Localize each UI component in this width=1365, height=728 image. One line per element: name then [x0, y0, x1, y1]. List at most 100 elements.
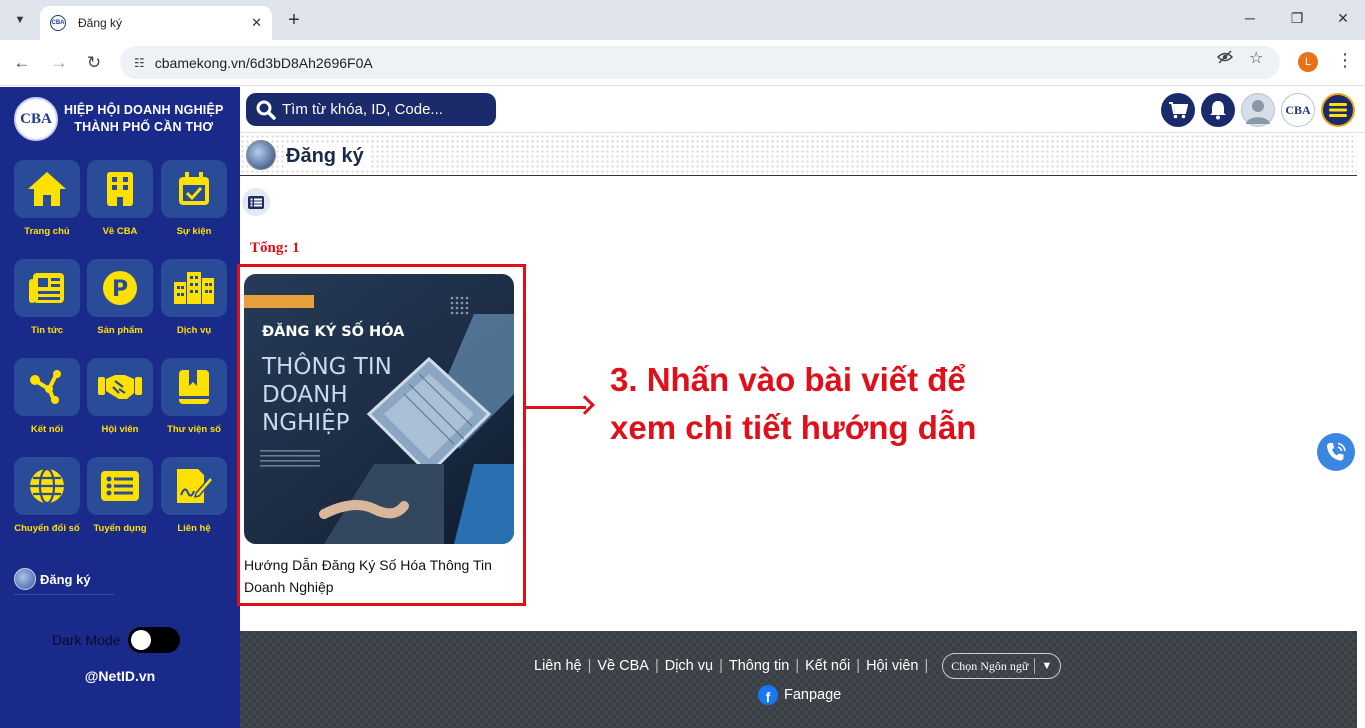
- cba-logo-button[interactable]: CBA: [1281, 93, 1315, 127]
- sidebar-item-label: Hội viên: [101, 424, 139, 435]
- tab-search-chevron-icon[interactable]: ▼: [8, 8, 32, 32]
- footer-link-ve-cba[interactable]: Về CBA: [597, 658, 649, 674]
- profile-avatar[interactable]: L: [1298, 52, 1318, 72]
- sidebar-item-label: Sự kiện: [176, 226, 212, 237]
- register-page-icon: [14, 568, 36, 590]
- total-count: Tổng: 1: [250, 240, 300, 256]
- sidebar-item-hoi-vien[interactable]: Hội viên: [87, 358, 153, 435]
- sidebar-item-label: Sản phẩm: [97, 325, 143, 336]
- footer-link-ket-noi[interactable]: Kết nối: [805, 658, 850, 674]
- search-input[interactable]: [282, 101, 492, 118]
- sidebar-item-tuyen-dung[interactable]: Tuyển dụng: [87, 457, 153, 534]
- new-tab-plus-icon[interactable]: +: [282, 8, 306, 32]
- forward-arrow-icon[interactable]: →: [48, 52, 70, 74]
- sidebar-item-trang-chu[interactable]: Trang chủ: [14, 160, 80, 237]
- sidebar-item-san-pham[interactable]: P Sản phẩm: [87, 259, 153, 336]
- sidebar-tile[interactable]: [14, 160, 80, 218]
- dark-mode-toggle[interactable]: [128, 627, 181, 653]
- notifications-button[interactable]: [1201, 93, 1235, 127]
- annotation-highlight-box: [237, 264, 526, 606]
- brand-line-1: HIỆP HỘI DOANH NGHIỆP: [64, 103, 224, 117]
- phone-volume-icon: [1327, 442, 1346, 461]
- address-bar[interactable]: ☷ cbamekong.vn/6d3bD8Ah2696F0A: [120, 46, 1280, 79]
- footer-link-thong-tin[interactable]: Thông tin: [729, 658, 789, 674]
- sidebar-item-thu-vien-so[interactable]: Thư viện số: [161, 358, 227, 435]
- bookmark-star-icon[interactable]: ☆: [1249, 48, 1263, 68]
- language-select-label: Chọn Ngôn ngữ: [951, 658, 1029, 673]
- tab-favicon: CBA: [50, 15, 66, 31]
- footer-link-hoi-vien[interactable]: Hội viên: [866, 658, 918, 674]
- sidebar-item-ket-noi[interactable]: Kết nối: [14, 358, 80, 435]
- building-icon: [107, 172, 133, 206]
- brand[interactable]: CBA HIỆP HỘI DOANH NGHIỆP THÀNH PHỐ CẦN …: [14, 97, 224, 141]
- sidebar-tile[interactable]: [87, 358, 153, 416]
- sidebar-item-lien-he[interactable]: Liên hệ: [161, 457, 227, 534]
- list-view-toggle[interactable]: [242, 188, 270, 216]
- window-close-icon[interactable]: ✕: [1333, 10, 1353, 27]
- footer-links: Liên hệ | Về CBA | Dịch vụ | Thông tin |…: [534, 653, 1062, 679]
- sidebar-tile[interactable]: [161, 160, 227, 218]
- search-bar[interactable]: [246, 93, 496, 126]
- footer-separator: |: [795, 658, 800, 674]
- tracking-off-eye-icon[interactable]: [1216, 48, 1234, 71]
- footer-link-lien-he[interactable]: Liên hệ: [534, 658, 582, 674]
- footer-link-dich-vu[interactable]: Dịch vụ: [665, 658, 713, 674]
- browser-tab-strip: ▼ CBA Đăng ký ✕ + ─ ❐ ✕: [0, 0, 1365, 40]
- fanpage-label: Fanpage: [784, 687, 842, 703]
- sidebar: CBA HIỆP HỘI DOANH NGHIỆP THÀNH PHỐ CẦN …: [0, 87, 240, 728]
- cart-button[interactable]: [1161, 93, 1195, 127]
- sidebar-item-dich-vu[interactable]: Dịch vụ: [161, 259, 227, 336]
- hamburger-menu-icon: [1329, 103, 1347, 117]
- sidebar-item-ve-cba[interactable]: Về CBA: [87, 160, 153, 237]
- sidebar-tile[interactable]: [14, 457, 80, 515]
- restore-icon[interactable]: ❐: [1287, 10, 1307, 27]
- callout-line-1: 3. Nhấn vào bài viết để: [610, 361, 966, 398]
- tab-close-icon[interactable]: ✕: [251, 15, 262, 31]
- sidebar-item-label: Dịch vụ: [176, 325, 212, 336]
- callout-line-2: xem chi tiết hướng dẫn: [610, 409, 977, 446]
- sidebar-tile[interactable]: [14, 358, 80, 416]
- sidebar-tile[interactable]: [161, 457, 227, 515]
- network-icon: [30, 370, 61, 404]
- browser-tab[interactable]: CBA Đăng ký ✕: [40, 6, 272, 40]
- browser-menu-kebab-icon[interactable]: ⋮: [1336, 50, 1354, 71]
- sidebar-tile[interactable]: [161, 358, 227, 416]
- user-avatar-icon: [1246, 100, 1270, 124]
- list-view-icon: [248, 195, 264, 209]
- sidebar-item-label: Trang chủ: [24, 226, 70, 237]
- sidebar-tile[interactable]: [161, 259, 227, 317]
- minimize-icon[interactable]: ─: [1240, 10, 1260, 26]
- sidebar-item-su-kien[interactable]: Sự kiện: [161, 160, 227, 237]
- back-arrow-icon[interactable]: ←: [11, 52, 33, 74]
- netid-brand-link[interactable]: @NetID.vn: [0, 668, 240, 684]
- site-settings-icon[interactable]: ☷: [134, 56, 145, 70]
- user-avatar-button[interactable]: [1241, 93, 1275, 127]
- facebook-icon: f: [758, 685, 778, 705]
- language-select[interactable]: Chọn Ngôn ngữ ▼: [942, 653, 1062, 679]
- sidebar-tile[interactable]: P: [87, 259, 153, 317]
- call-button[interactable]: [1317, 433, 1355, 471]
- main-menu-button[interactable]: [1321, 93, 1355, 127]
- fanpage-link[interactable]: f Fanpage: [758, 685, 841, 705]
- home-icon: [28, 172, 66, 206]
- sidebar-item-tin-tuc[interactable]: Tin tức: [14, 259, 80, 336]
- sidebar-tile[interactable]: [87, 160, 153, 218]
- page-title: Đăng ký: [286, 145, 370, 168]
- footer: Liên hệ | Về CBA | Dịch vụ | Thông tin |…: [240, 631, 1357, 728]
- annotation-arrow-head-icon: [575, 395, 595, 415]
- sidebar-item-label: Kết nối: [30, 424, 64, 435]
- sidebar-item-label: Tuyển dụng: [93, 523, 147, 534]
- sidebar-tile[interactable]: [87, 457, 153, 515]
- language-divider: [1034, 658, 1036, 674]
- cba-logo: CBA: [14, 97, 58, 141]
- sidebar-current-page[interactable]: Đăng ký: [14, 568, 91, 590]
- dark-mode-label: Dark Mode: [52, 632, 121, 648]
- sidebar-tile[interactable]: [14, 259, 80, 317]
- sidebar-item-chuyen-doi-so[interactable]: Chuyển đổi số: [14, 457, 80, 534]
- language-dropdown-icon: ▼: [1041, 660, 1053, 672]
- url-text: cbamekong.vn/6d3bD8Ah2696F0A: [154, 54, 373, 71]
- svg-text:P: P: [112, 277, 128, 302]
- footer-separator: |: [587, 658, 592, 674]
- reload-icon[interactable]: ↻: [83, 52, 105, 74]
- newspaper-icon: [29, 273, 64, 303]
